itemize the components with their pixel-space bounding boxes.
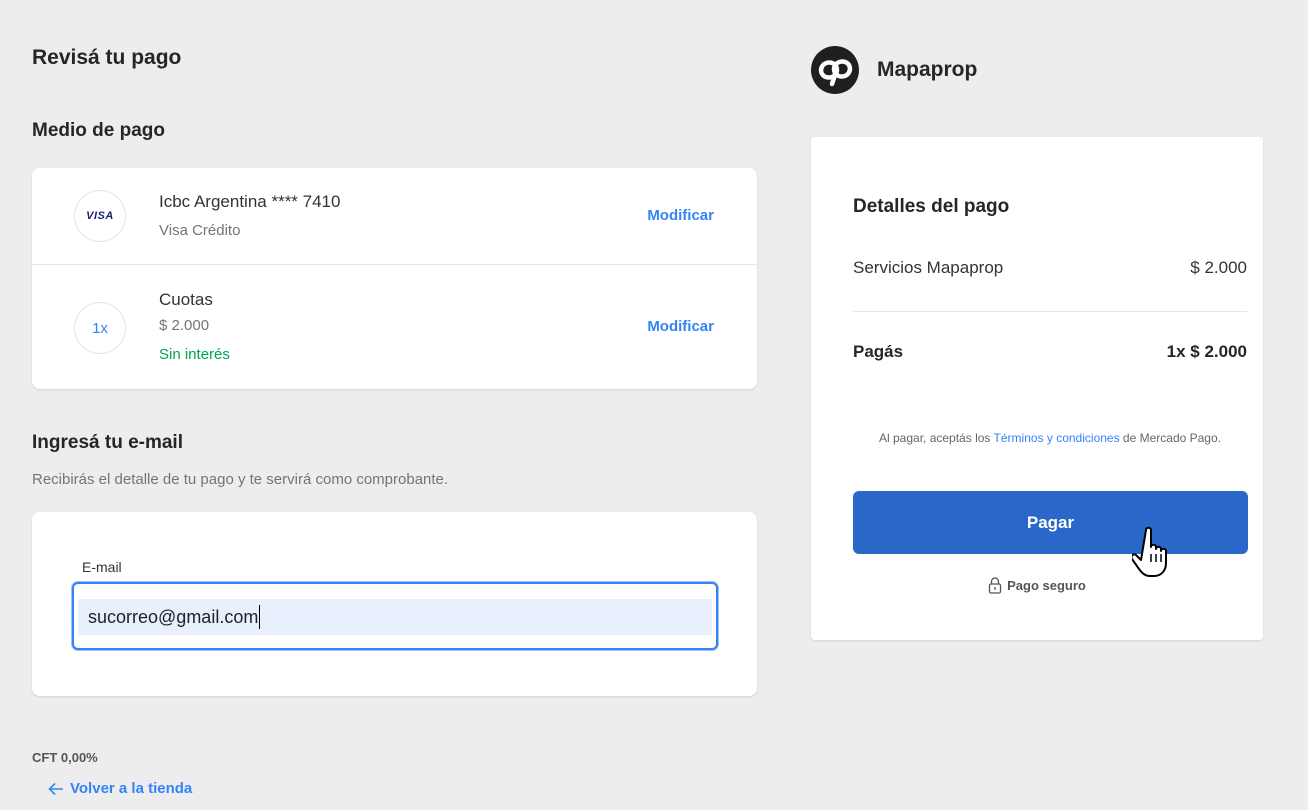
mapaprop-logo-mark <box>818 59 853 87</box>
secure-payment-text: Pago seguro <box>1007 578 1086 593</box>
email-heading: Ingresá tu e-mail <box>32 432 183 453</box>
modify-installments-link[interactable]: Modificar <box>647 318 714 335</box>
summary-item-label: Servicios Mapaprop <box>853 258 1004 277</box>
brand-name: Mapaprop <box>877 58 978 81</box>
arrow-left-icon <box>48 782 63 795</box>
visa-icon-text: VISA <box>86 210 114 222</box>
hand-cursor-icon <box>1130 526 1182 585</box>
installments-label: Cuotas <box>159 290 213 309</box>
installments-icon-text: 1x <box>92 319 108 337</box>
email-field[interactable]: sucorreo@gmail.com <box>72 582 718 650</box>
pay-button[interactable]: Pagar <box>853 491 1248 554</box>
payment-summary-card: Detalles del pago Servicios Mapaprop $ 2… <box>811 137 1263 640</box>
summary-divider <box>853 311 1247 312</box>
cft-label: CFT 0,00% <box>32 750 98 765</box>
interest-free-label: Sin interés <box>159 346 230 363</box>
card-name: Icbc Argentina **** 7410 <box>159 192 341 211</box>
email-field-label: E-mail <box>82 559 122 575</box>
installments-icon: 1x <box>74 302 126 354</box>
summary-title: Detalles del pago <box>853 196 1010 217</box>
payment-method-card: VISA Icbc Argentina **** 7410 Visa Crédi… <box>32 168 757 389</box>
visa-icon: VISA <box>74 190 126 242</box>
installments-amount: $ 2.000 <box>159 317 210 334</box>
summary-total-amount: 1x $ 2.000 <box>1166 342 1247 361</box>
summary-total-row: Pagás 1x $ 2.000 <box>853 342 1247 362</box>
back-to-store-link[interactable]: Volver a la tienda <box>48 780 192 797</box>
installments-row: 1x Cuotas $ 2.000 Sin interés Modificar <box>32 265 757 389</box>
email-field-value-area[interactable]: sucorreo@gmail.com <box>78 599 712 635</box>
brand-logo-icon <box>811 46 859 94</box>
email-description: Recibirás el detalle de tu pago y te ser… <box>32 471 449 488</box>
card-row: VISA Icbc Argentina **** 7410 Visa Crédi… <box>32 168 757 265</box>
lock-icon <box>988 577 1002 594</box>
terms-text: Al pagar, aceptás los Términos y condici… <box>853 429 1247 447</box>
summary-item-amount: $ 2.000 <box>1190 258 1247 277</box>
email-card: E-mail sucorreo@gmail.com <box>32 512 757 696</box>
text-caret <box>259 605 261 629</box>
terms-prefix: Al pagar, aceptás los <box>879 431 994 445</box>
secure-payment-label: Pago seguro <box>811 577 1263 594</box>
summary-total-label: Pagás <box>853 342 904 361</box>
payment-method-heading: Medio de pago <box>32 120 165 141</box>
back-link-label: Volver a la tienda <box>70 780 193 797</box>
terms-link[interactable]: Términos y condiciones <box>994 431 1120 445</box>
terms-suffix: de Mercado Pago. <box>1119 431 1221 445</box>
summary-item-row: Servicios Mapaprop $ 2.000 <box>853 258 1247 278</box>
email-field-value: sucorreo@gmail.com <box>88 606 259 627</box>
card-type: Visa Crédito <box>159 222 241 239</box>
modify-card-link[interactable]: Modificar <box>647 207 714 224</box>
page-title: Revisá tu pago <box>32 46 182 69</box>
